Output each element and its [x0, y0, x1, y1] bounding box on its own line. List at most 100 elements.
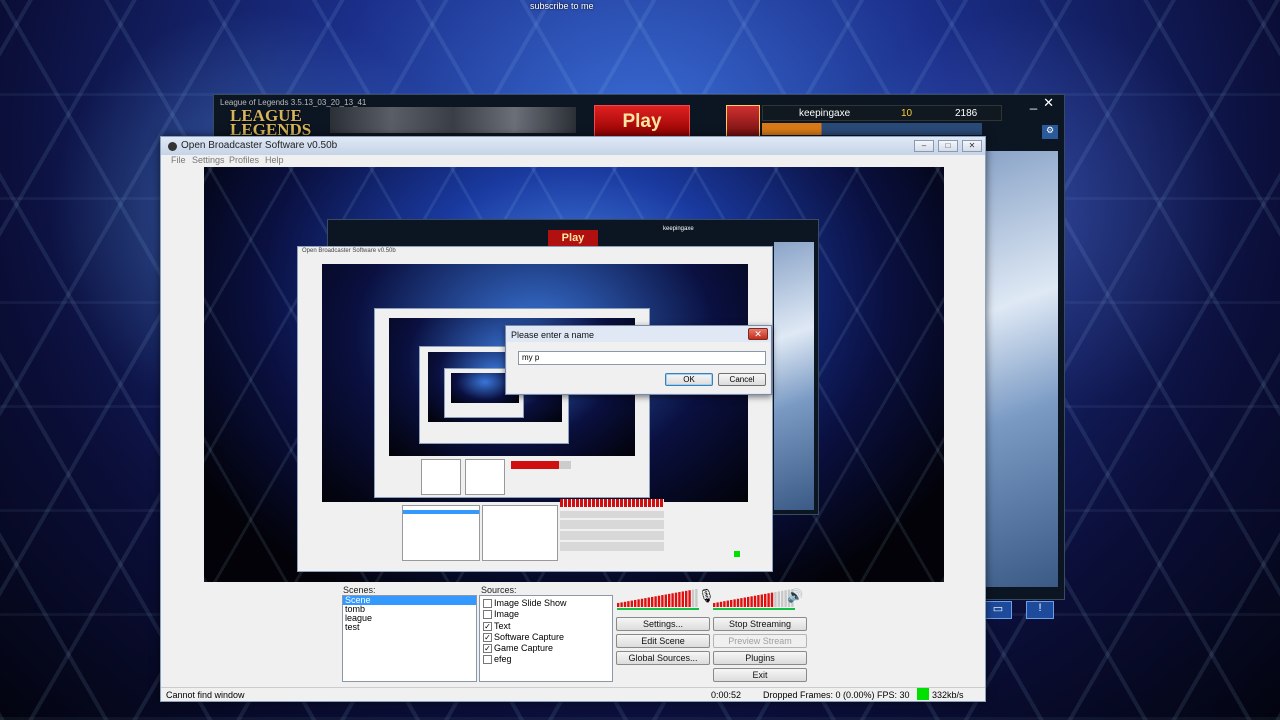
ok-button[interactable]: OK	[665, 373, 713, 386]
desktop-meter-baseline	[713, 608, 795, 610]
lol-logo: LEAGUE LEGENDS	[230, 107, 311, 138]
lol-window-controls[interactable]: _✕	[1030, 95, 1060, 111]
edit-scene-button[interactable]: Edit Scene	[616, 634, 710, 648]
alert-icon[interactable]: !	[1026, 601, 1054, 619]
mic-meter-bar	[668, 593, 671, 607]
mic-meter-bar	[623, 601, 627, 607]
exit-button[interactable]: Exit	[713, 668, 807, 682]
desktop-meter-bar	[750, 596, 753, 607]
source-label: Image Slide Show	[494, 598, 567, 608]
bitrate-indicator	[917, 688, 929, 700]
rp-count: 2186	[955, 108, 978, 119]
scene-item[interactable]: test	[343, 623, 476, 632]
mic-meter-bar	[657, 595, 661, 607]
global-sources-button[interactable]: Global Sources...	[616, 651, 710, 665]
desktop-meter-bar	[716, 602, 719, 607]
desktop-meter-bar	[764, 593, 767, 607]
minimize-icon[interactable]: _	[1030, 95, 1043, 110]
close-button[interactable]: ✕	[962, 140, 982, 152]
close-icon[interactable]: ✕	[1043, 95, 1060, 110]
dialog-title: Please enter a name	[511, 330, 595, 340]
source-item[interactable]: efeg	[480, 654, 612, 665]
obs-app-icon	[168, 142, 177, 151]
cancel-button[interactable]: Cancel	[718, 373, 766, 386]
source-item[interactable]: Image	[480, 609, 612, 620]
bitrate-readout: 332kb/s	[932, 690, 964, 700]
scenes-list[interactable]: Scene tomb league test	[342, 595, 477, 682]
maximize-button[interactable]: □	[938, 140, 958, 152]
mic-meter-bar	[640, 598, 644, 607]
plugins-button[interactable]: Plugins	[713, 651, 807, 665]
source-checkbox[interactable]: ✓	[483, 644, 492, 654]
menu-help[interactable]: Help	[265, 155, 284, 165]
username: keepingaxe	[799, 108, 851, 119]
desktop-meter-bar	[777, 591, 780, 607]
avatar[interactable]	[726, 105, 760, 137]
source-item[interactable]: ✓ Text	[480, 621, 612, 632]
source-checkbox[interactable]	[483, 610, 492, 620]
mic-meter-bar	[671, 593, 674, 607]
desktop-meter-bar	[723, 601, 726, 607]
nested-obs-window: Open Broadcaster Software v0.50b	[297, 246, 773, 572]
sources-label: Sources:	[481, 585, 517, 595]
mic-meter-baseline	[617, 608, 699, 610]
nested-play-button: Play	[548, 230, 598, 246]
fps-readout: FPS: 30	[877, 690, 910, 700]
minimize-button[interactable]: –	[914, 140, 934, 152]
microphone-icon[interactable]: 🎙	[698, 588, 715, 604]
mic-meter-bar	[691, 589, 695, 607]
scene-item[interactable]: league	[343, 614, 476, 623]
name-input[interactable]: my p	[518, 351, 766, 365]
source-item[interactable]: ✓ Game Capture	[480, 643, 612, 654]
menu-profiles[interactable]: Profiles	[229, 155, 259, 165]
lol-banner-art	[330, 107, 576, 133]
source-checkbox[interactable]	[483, 655, 492, 665]
status-bar: Cannot find window 0:00:52 Dropped Frame…	[161, 687, 985, 701]
menu-settings[interactable]: Settings	[192, 155, 225, 165]
desktop-meter-bar	[726, 600, 729, 607]
source-item[interactable]: ✓ Software Capture	[480, 632, 612, 643]
mic-meter-bar	[634, 599, 637, 607]
dialog-close-button[interactable]: ✕	[748, 328, 768, 340]
source-checkbox[interactable]: ✓	[483, 632, 492, 642]
desktop-meter-bar	[781, 590, 784, 607]
enter-name-dialog: Please enter a name ✕ my p OK Cancel	[505, 325, 772, 395]
settings-button[interactable]: Settings...	[616, 617, 710, 631]
mic-meter-bar	[627, 601, 630, 607]
speaker-icon[interactable]: 🔊	[787, 588, 803, 604]
menu-file[interactable]: File	[171, 155, 186, 165]
source-label: efeg	[494, 654, 512, 665]
obs-window-title: Open Broadcaster Software v0.50b	[181, 140, 338, 151]
mic-meter-bar	[620, 602, 623, 607]
sources-list[interactable]: Image Slide Show Image ✓ Text ✓ Software Capt…	[479, 595, 613, 682]
desktop-meter-bar	[719, 601, 723, 607]
desktop-meter-bar	[730, 599, 733, 607]
lol-user-bar: keepingaxe 10 2186	[762, 105, 1002, 121]
mic-meter-bar	[651, 596, 654, 607]
desktop-meter-bar	[767, 593, 770, 607]
preview-stream-button[interactable]: Preview Stream	[713, 634, 807, 648]
mic-meter-bar	[637, 599, 640, 607]
gear-icon[interactable]: ⚙	[1042, 125, 1058, 139]
desktop-meter-bar	[757, 595, 760, 607]
desktop-meter-bar	[736, 598, 740, 607]
source-checkbox[interactable]: ✓	[483, 621, 492, 631]
play-button[interactable]: Play	[594, 105, 690, 139]
chat-icon[interactable]: ▭	[984, 601, 1012, 619]
obs-window: Open Broadcaster Software v0.50b – □ ✕ F…	[160, 136, 986, 702]
status-message: Cannot find window	[166, 690, 245, 700]
source-label: Software Capture	[494, 631, 565, 642]
source-item[interactable]: Image Slide Show	[480, 598, 612, 609]
source-checkbox[interactable]	[483, 599, 492, 608]
scenes-label: Scenes:	[343, 585, 376, 595]
dialog-body: my p OK Cancel	[507, 342, 770, 393]
lol-nav-tabs[interactable]	[762, 123, 982, 135]
overlay-text: subscribe to me	[530, 1, 594, 11]
mic-meter-bar	[674, 592, 678, 607]
source-label: Text	[494, 620, 511, 631]
desktop-meter-bar	[753, 595, 757, 607]
lol-champion-art	[986, 151, 1058, 587]
mic-meter-bar	[678, 592, 681, 607]
mic-meter-bar	[644, 598, 647, 607]
stop-streaming-button[interactable]: Stop Streaming	[713, 617, 807, 631]
